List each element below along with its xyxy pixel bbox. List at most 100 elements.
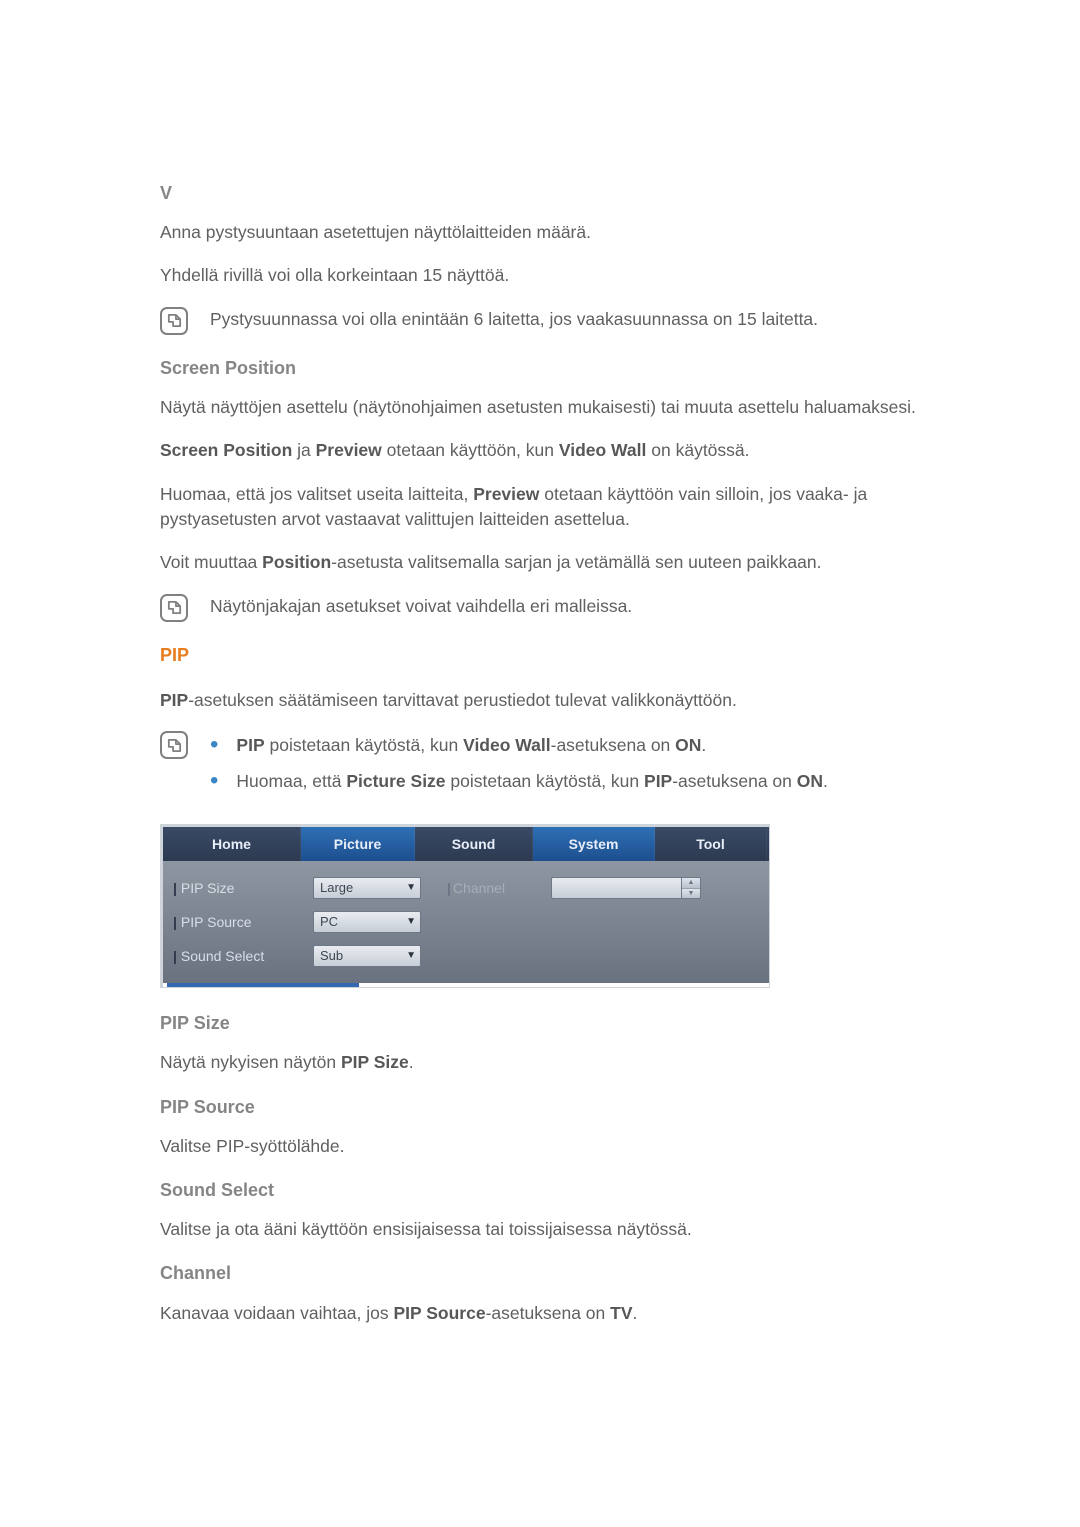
text: -asetuksena on	[672, 771, 797, 791]
text: Huomaa, että jos valitset useita laittei…	[160, 484, 473, 504]
text: PIP Size	[181, 878, 234, 898]
heading-channel: Channel	[160, 1260, 920, 1286]
dropdown-value: PC	[320, 913, 338, 932]
text-pip-source: Valitse PIP-syöttölähde.	[160, 1134, 920, 1159]
text-bold: ON	[797, 771, 823, 791]
stepper-down-icon[interactable]: ▼	[682, 889, 700, 899]
dropdown-pip-source[interactable]: PC ▼	[313, 911, 421, 933]
list-item: • PIP poistetaan käytöstä, kun Video Wal…	[210, 733, 920, 758]
tab-sound[interactable]: Sound	[415, 827, 533, 861]
note-v: Pystysuunnassa voi olla enintään 6 laite…	[160, 307, 920, 335]
text: PIP Source	[181, 912, 252, 932]
text: -asetuksena on	[551, 735, 676, 755]
text-sp-p3: Huomaa, että jos valitset useita laittei…	[160, 482, 920, 533]
text: .	[633, 1303, 638, 1323]
note-icon	[160, 307, 188, 335]
note-icon	[160, 594, 188, 622]
text: on käytössä.	[646, 440, 749, 460]
channel-stepper[interactable]: ▲ ▼	[551, 877, 701, 899]
text: Channel	[453, 880, 505, 896]
text-v-p2: Yhdellä rivillä voi olla korkeintaan 15 …	[160, 263, 920, 288]
text: Kanavaa voidaan vaihtaa, jos	[160, 1303, 394, 1323]
text-bold: TV	[610, 1303, 632, 1323]
text: -asetuksena on	[486, 1303, 611, 1323]
text-bold: PIP	[644, 771, 672, 791]
text-bold: PIP	[236, 735, 264, 755]
text: PIP poistetaan käytöstä, kun Video Wall-…	[236, 733, 706, 758]
text-bold: Position	[262, 552, 331, 572]
text-bold: Video Wall	[559, 440, 647, 460]
chevron-down-icon: ▼	[406, 915, 416, 930]
text: Voit muuttaa	[160, 552, 262, 572]
label-pip-size: |PIP Size	[173, 878, 303, 898]
note-pip: • PIP poistetaan käytöstä, kun Video Wal…	[160, 731, 920, 804]
panel-body: |PIP Size Large ▼ |Channel ▲ ▼ |PIP Sour…	[163, 861, 769, 983]
heading-sound-select: Sound Select	[160, 1177, 920, 1203]
text-bold: ON	[675, 735, 701, 755]
text-bold: PIP Source	[394, 1303, 486, 1323]
channel-input[interactable]	[551, 877, 681, 899]
text-bold: Preview	[473, 484, 539, 504]
text-bold: Video Wall	[463, 735, 551, 755]
text: Huomaa, että Picture Size poistetaan käy…	[236, 769, 827, 794]
text-bold: Screen Position	[160, 440, 292, 460]
text-sp-p4: Voit muuttaa Position-asetusta valitsema…	[160, 550, 920, 575]
text-channel: Kanavaa voidaan vaihtaa, jos PIP Source-…	[160, 1301, 920, 1326]
stepper-up-icon[interactable]: ▲	[682, 878, 700, 889]
text-v-p1: Anna pystysuuntaan asetettujen näyttölai…	[160, 220, 920, 245]
heading-pip-size: PIP Size	[160, 1010, 920, 1036]
row-pip-source: |PIP Source PC ▼	[167, 905, 765, 939]
text: .	[409, 1052, 414, 1072]
tab-system[interactable]: System	[533, 827, 655, 861]
note-text: Pystysuunnassa voi olla enintään 6 laite…	[210, 307, 920, 332]
note-icon	[160, 731, 188, 759]
dropdown-pip-size[interactable]: Large ▼	[313, 877, 421, 899]
panel-accent-bar	[167, 983, 359, 987]
tab-tool[interactable]: Tool	[655, 827, 767, 861]
chevron-down-icon: ▼	[406, 881, 416, 896]
pip-settings-panel: Home Picture Sound System Tool |PIP Size…	[160, 824, 770, 988]
row-pip-size: |PIP Size Large ▼ |Channel ▲ ▼	[167, 871, 765, 905]
text-sound-select: Valitse ja ota ääni käyttöön ensisijaise…	[160, 1217, 920, 1242]
heading-pip: PIP	[160, 642, 920, 668]
text-sp-p1: Näytä näyttöjen asettelu (näytönohjaimen…	[160, 395, 920, 420]
text-pip-p1: PIP-asetuksen säätämiseen tarvittavat pe…	[160, 688, 920, 713]
text: Sound Select	[181, 946, 264, 966]
label-channel: |Channel	[447, 878, 537, 898]
text: otetaan käyttöön, kun	[382, 440, 559, 460]
text-sp-p2: Screen Position ja Preview otetaan käytt…	[160, 438, 920, 463]
dropdown-value: Large	[320, 879, 353, 898]
text: -asetuksen säätämiseen tarvittavat perus…	[188, 690, 737, 710]
list-item: • Huomaa, että Picture Size poistetaan k…	[210, 769, 920, 794]
dropdown-sound-select[interactable]: Sub ▼	[313, 945, 421, 967]
heading-v: V	[160, 180, 920, 206]
heading-pip-source: PIP Source	[160, 1094, 920, 1120]
row-sound-select: |Sound Select Sub ▼	[167, 939, 765, 973]
text: .	[823, 771, 828, 791]
text: -asetusta valitsemalla sarjan ja vetämäl…	[331, 552, 821, 572]
dropdown-value: Sub	[320, 947, 343, 966]
bullet-icon: •	[210, 733, 218, 754]
text: .	[701, 735, 706, 755]
stepper-buttons[interactable]: ▲ ▼	[681, 877, 701, 899]
tab-bar: Home Picture Sound System Tool	[163, 827, 769, 861]
text: Huomaa, että	[236, 771, 346, 791]
text: poistetaan käytöstä, kun	[446, 771, 644, 791]
text-bold: PIP	[160, 690, 188, 710]
bullet-icon: •	[210, 769, 218, 790]
text-bold: Preview	[316, 440, 382, 460]
tab-picture[interactable]: Picture	[301, 827, 415, 861]
text-bold: PIP Size	[341, 1052, 409, 1072]
text-pip-size: Näytä nykyisen näytön PIP Size.	[160, 1050, 920, 1075]
note-bullets: • PIP poistetaan käytöstä, kun Video Wal…	[210, 733, 920, 804]
text: Näytä nykyisen näytön	[160, 1052, 341, 1072]
note-sp: Näytönjakajan asetukset voivat vaihdella…	[160, 594, 920, 622]
tab-home[interactable]: Home	[163, 827, 301, 861]
heading-screen-position: Screen Position	[160, 355, 920, 381]
chevron-down-icon: ▼	[406, 949, 416, 964]
label-pip-source: |PIP Source	[173, 912, 303, 932]
label-sound-select: |Sound Select	[173, 946, 303, 966]
text: poistetaan käytöstä, kun	[265, 735, 463, 755]
text-bold: Picture Size	[346, 771, 445, 791]
text: ja	[292, 440, 315, 460]
